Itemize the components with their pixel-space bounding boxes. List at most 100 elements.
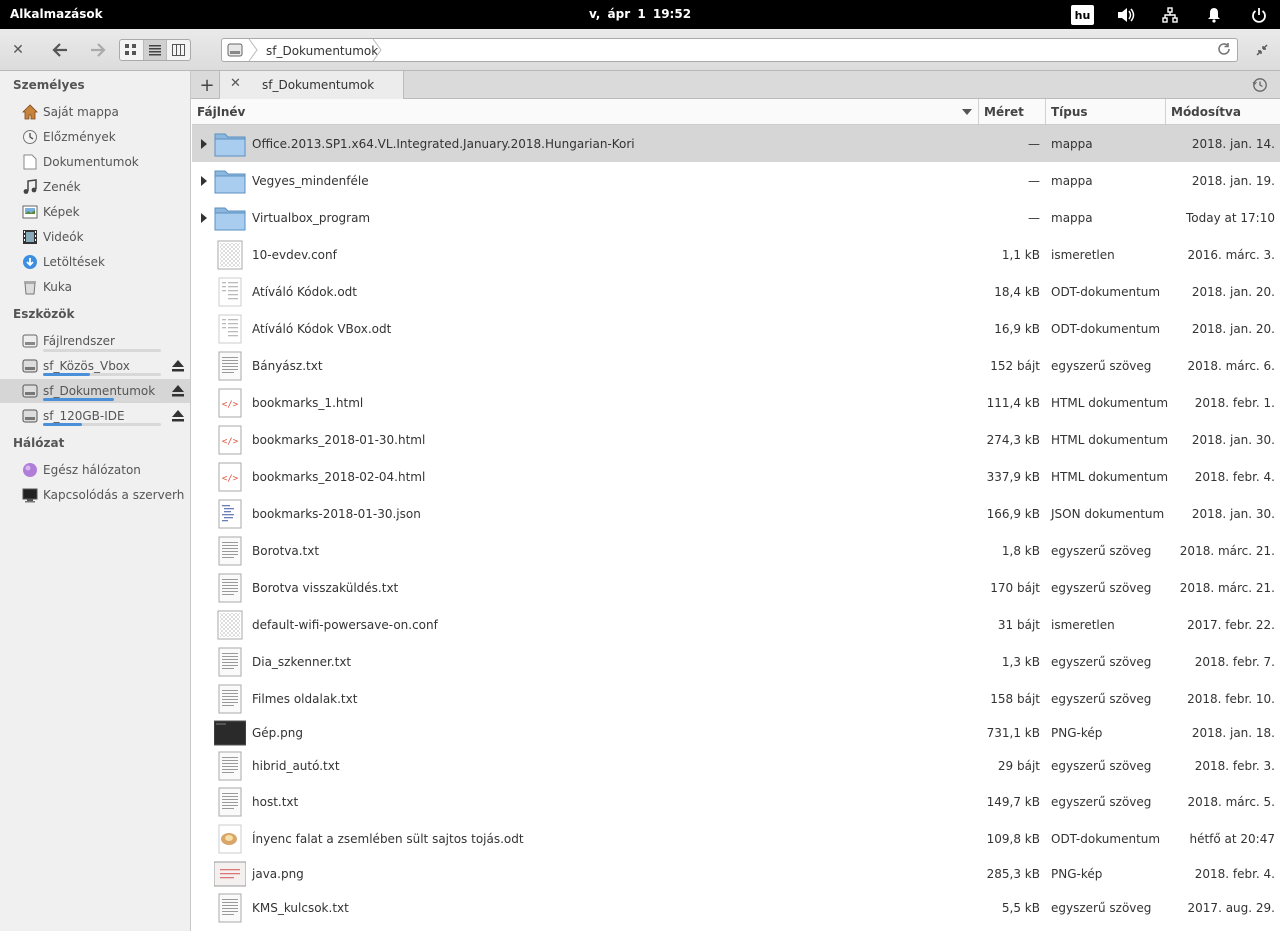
file-name: KMS_kulcsok.txt xyxy=(252,901,349,915)
sort-descending-icon[interactable] xyxy=(962,109,972,115)
file-size: 29 bájt xyxy=(997,759,1040,773)
file-row[interactable]: Borotva visszaküldés.txt 170 bájt egyszerű… xyxy=(192,569,1280,606)
sidebar-item-downloads[interactable]: Letöltések xyxy=(0,250,190,274)
folder-icon xyxy=(214,128,246,160)
closed-tabs-history-icon[interactable] xyxy=(1252,77,1268,96)
text-file-icon xyxy=(214,892,246,924)
sidebar-item-recent[interactable]: Előzmények xyxy=(0,125,190,149)
sidebar-section-personal: Személyes xyxy=(13,78,85,92)
file-size: 285,3 kB xyxy=(986,867,1040,881)
eject-icon[interactable] xyxy=(171,384,185,398)
sidebar-item-home[interactable]: Saját mappa xyxy=(0,100,190,124)
sidebar-item-videos[interactable]: Videók xyxy=(0,225,190,249)
text-file-icon xyxy=(214,350,246,382)
sidebar-item-music[interactable]: Zenék xyxy=(0,175,190,199)
view-mode-switcher xyxy=(119,39,191,61)
file-size: 5,5 kB xyxy=(1001,901,1040,915)
text-file-icon xyxy=(214,683,246,715)
close-window-button[interactable]: ✕ xyxy=(9,39,27,61)
network-indicator-icon[interactable] xyxy=(1160,4,1180,25)
file-row[interactable]: </> bookmarks_2018-01-30.html 274,3 kB HTML… xyxy=(192,421,1280,458)
location-bar[interactable]: sf_Dokumentumok xyxy=(221,38,1238,62)
file-row[interactable]: </> bookmarks_1.html 111,4 kB HTML dokument… xyxy=(192,384,1280,421)
file-row[interactable]: Office.2013.SP1.x64.VL.Integrated.Januar… xyxy=(192,125,1280,162)
power-icon[interactable] xyxy=(1249,4,1269,25)
file-name: bookmarks_1.html xyxy=(252,395,364,410)
sidebar-item-trash[interactable]: Kuka xyxy=(0,275,190,299)
notifications-icon[interactable] xyxy=(1204,4,1224,25)
file-row[interactable]: Borotva.txt 1,8 kB egyszerű szöveg 2018. má… xyxy=(192,532,1280,569)
file-name: host.txt xyxy=(252,794,299,809)
column-header-name[interactable]: Fájlnév xyxy=(197,105,245,119)
file-row[interactable]: Atíváló Kódok VBox.odt 16,9 kB ODT-dokumen… xyxy=(192,310,1280,347)
file-row[interactable]: Virtualbox_program — mappa Today at 17:10 xyxy=(192,199,1280,236)
file-name: Dia_szkenner.txt xyxy=(252,654,352,669)
reload-icon[interactable] xyxy=(1217,42,1231,59)
sidebar-item-label: Kapcsolódás a szerverh... xyxy=(43,488,185,502)
back-button[interactable] xyxy=(48,39,72,61)
drive-icon xyxy=(22,383,38,399)
column-header-modified[interactable]: Módosítva xyxy=(1171,105,1241,119)
expand-arrow-icon[interactable] xyxy=(200,175,208,186)
documents-icon xyxy=(22,154,38,170)
file-row[interactable]: KMS_kulcsok.txt 5,5 kB egyszerű szöveg 2017… xyxy=(192,891,1280,925)
column-view-button[interactable] xyxy=(167,40,190,60)
folder-icon xyxy=(214,165,246,197)
file-row[interactable]: Dia_szkenner.txt 1,3 kB egyszerű szöveg 201… xyxy=(192,643,1280,680)
file-type: PNG-kép xyxy=(1051,726,1103,740)
file-row[interactable]: Filmes oldalak.txt 158 bájt egyszerű szöve… xyxy=(192,680,1280,717)
tab-sf-dokumentumok[interactable]: ✕ sf_Dokumentumok xyxy=(219,71,404,99)
sidebar-item-label: Képek xyxy=(43,205,80,219)
close-tab-icon[interactable]: ✕ xyxy=(230,76,241,91)
sidebar-item-documents[interactable]: Dokumentumok xyxy=(0,150,190,174)
trash-icon xyxy=(22,279,38,295)
column-header-size[interactable]: Méret xyxy=(984,105,1024,119)
file-row[interactable]: host.txt 149,7 kB egyszerű szöveg 2018. már… xyxy=(192,783,1280,820)
file-row[interactable]: default-wifi-powersave-on.conf 31 bájt ism… xyxy=(192,606,1280,643)
file-row[interactable]: java.png 285,3 kB PNG-kép 2018. febr. 4. xyxy=(192,857,1280,891)
file-type: mappa xyxy=(1051,136,1093,151)
file-name: java.png xyxy=(252,867,304,881)
file-row[interactable]: Bányász.txt 152 bájt egyszerű szöveg 2018. … xyxy=(192,347,1280,384)
file-size: 731,1 kB xyxy=(986,726,1040,740)
svg-text:</>: </> xyxy=(222,474,239,484)
file-size: 109,8 kB xyxy=(986,831,1040,846)
expand-arrow-icon[interactable] xyxy=(200,138,208,149)
file-size: 1,1 kB xyxy=(1001,247,1040,262)
file-name: Ínyenc falat a zsemlében sült sajtos toj… xyxy=(252,831,524,846)
file-row[interactable]: hibrid_autó.txt 29 bájt egyszerű szöveg 201… xyxy=(192,749,1280,783)
odt-document-icon xyxy=(214,823,246,855)
file-name: default-wifi-powersave-on.conf xyxy=(252,617,438,632)
drive-icon[interactable] xyxy=(227,42,243,61)
sidebar-item-connect-server[interactable]: Kapcsolódás a szerverh... xyxy=(0,483,190,507)
file-type: PNG-kép xyxy=(1051,867,1103,881)
expand-arrow-icon[interactable] xyxy=(200,212,208,223)
file-row[interactable]: Gép.png 731,1 kB PNG-kép 2018. jan. 18. xyxy=(192,717,1280,749)
keyboard-layout-indicator[interactable]: hu xyxy=(1071,5,1094,25)
volume-icon[interactable] xyxy=(1116,4,1136,25)
forward-button[interactable] xyxy=(86,39,110,61)
sidebar-item-pictures[interactable]: Képek xyxy=(0,200,190,224)
sidebar-item-label: Előzmények xyxy=(43,130,116,144)
file-modified: 2017. febr. 22. xyxy=(1187,617,1275,632)
file-row[interactable]: Ínyenc falat a zsemlében sült sajtos toj… xyxy=(192,820,1280,857)
file-name: bookmarks_2018-02-04.html xyxy=(252,469,426,484)
file-type: HTML dokumentum xyxy=(1051,432,1169,447)
column-header-type[interactable]: Típus xyxy=(1051,105,1088,119)
recent-icon xyxy=(22,129,38,145)
file-row[interactable]: Vegyes_mindenféle — mappa 2018. jan. 19. xyxy=(192,162,1280,199)
file-row[interactable]: Atíváló Kódok.odt 18,4 kB ODT-dokumentum 20… xyxy=(192,273,1280,310)
file-row[interactable]: </> bookmarks_2018-02-04.html 337,9 kB HTML… xyxy=(192,458,1280,495)
list-view-button[interactable] xyxy=(143,40,168,60)
file-size: 158 bájt xyxy=(990,691,1040,706)
file-row[interactable]: bookmarks-2018-01-30.json 166,9 kB JSON do… xyxy=(192,495,1280,532)
breadcrumb-current[interactable]: sf_Dokumentumok xyxy=(266,44,378,58)
file-size: 274,3 kB xyxy=(986,432,1040,447)
eject-icon[interactable] xyxy=(171,409,185,423)
unmaximize-button[interactable] xyxy=(1253,39,1271,61)
icon-view-button[interactable] xyxy=(120,40,144,60)
eject-icon[interactable] xyxy=(171,359,185,373)
new-tab-button[interactable]: + xyxy=(199,75,215,96)
sidebar-item-entire-network[interactable]: Egész hálózaton xyxy=(0,458,190,482)
file-row[interactable]: 10-evdev.conf 1,1 kB ismeretlen 2016. márc.… xyxy=(192,236,1280,273)
